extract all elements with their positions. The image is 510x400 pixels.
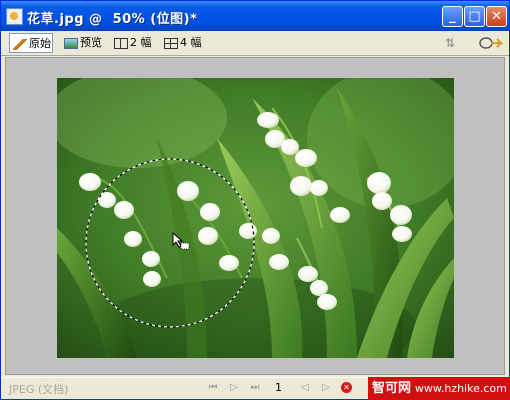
close-button[interactable]: ✕ [486, 6, 507, 27]
tab-2-up-label: 2 幅 [130, 36, 152, 49]
tab-4-up[interactable]: 4 幅 [161, 33, 205, 53]
pencil-icon [13, 38, 27, 50]
last-frame-icon[interactable]: ⏭ [249, 382, 261, 394]
play-icon[interactable]: ▷ [228, 382, 240, 394]
tab-preview-label: 预览 [80, 36, 102, 49]
maximize-button[interactable]: □ [464, 6, 485, 27]
status-format-label: JPEG (文档) [9, 383, 69, 396]
title-bar[interactable]: 花草.jpg @ 50% (位图)* _ □ ✕ [1, 1, 509, 31]
tab-original[interactable]: 原始 [9, 33, 53, 53]
document-icon [6, 8, 23, 25]
image-window: 花草.jpg @ 50% (位图)* _ □ ✕ 原始 预览 2 幅 4 幅 ⇅ [0, 0, 510, 400]
tab-2-up[interactable]: 2 幅 [111, 33, 155, 53]
two-up-icon [114, 37, 128, 49]
preview-icon [64, 37, 78, 49]
sort-arrows-icon[interactable]: ⇅ [445, 36, 455, 50]
site-watermark: 智可网 www.hzhike.com [368, 377, 510, 400]
four-up-icon [164, 37, 178, 49]
canvas-area[interactable] [5, 57, 505, 375]
view-toolbar: 原始 预览 2 幅 4 幅 ⇅ [1, 31, 509, 56]
tab-original-label: 原始 [29, 37, 51, 50]
prev-frame-icon[interactable]: ◁ [299, 382, 311, 394]
first-frame-icon[interactable]: ⏮ [207, 382, 219, 394]
tab-4-up-label: 4 幅 [180, 36, 202, 49]
window-title: 花草.jpg @ 50% (位图)* [27, 12, 198, 27]
minimize-button[interactable]: _ [442, 6, 463, 27]
zoom-pointer-icon[interactable] [479, 35, 504, 51]
flower-photo[interactable] [57, 78, 454, 358]
watermark-name: 智可网 [372, 381, 412, 396]
watermark-url: www.hzhike.com [414, 382, 507, 395]
stop-icon[interactable]: ✕ [341, 382, 352, 393]
tab-preview[interactable]: 预览 [61, 33, 105, 53]
page-number: 1 [275, 381, 282, 394]
next-frame-icon[interactable]: ▷ [320, 382, 332, 394]
